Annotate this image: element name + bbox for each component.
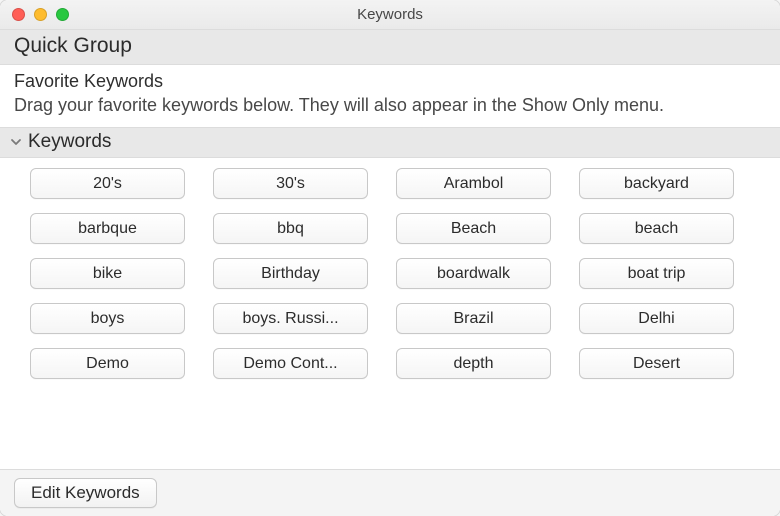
keyword-button[interactable]: Demo (30, 348, 185, 379)
keyword-label: Desert (633, 355, 680, 373)
keywords-section-header[interactable]: Keywords (0, 127, 780, 158)
keyword-label: Brazil (453, 310, 493, 328)
close-button[interactable] (12, 8, 25, 21)
titlebar: Keywords (0, 0, 780, 30)
keyword-button[interactable]: Delhi (579, 303, 734, 334)
keyword-button[interactable]: 30's (213, 168, 368, 199)
chevron-down-icon (10, 136, 22, 148)
keywords-window: Keywords Quick Group Favorite Keywords D… (0, 0, 780, 516)
keyword-button[interactable]: Desert (579, 348, 734, 379)
scroll-fade (0, 457, 780, 469)
keyword-button[interactable]: backyard (579, 168, 734, 199)
quick-group-label: Quick Group (14, 34, 132, 57)
keyword-label: beach (635, 220, 679, 238)
keyword-label: barbque (78, 220, 137, 238)
keyword-label: Arambol (444, 175, 504, 193)
keyword-button[interactable]: boardwalk (396, 258, 551, 289)
keyword-button[interactable]: Beach (396, 213, 551, 244)
keyword-label: boys (91, 310, 125, 328)
favorites-block: Favorite Keywords Drag your favorite key… (0, 65, 780, 127)
keyword-button[interactable]: Brazil (396, 303, 551, 334)
keyword-button[interactable]: beach (579, 213, 734, 244)
favorites-title: Favorite Keywords (14, 71, 766, 92)
keyword-label: 20's (93, 175, 122, 193)
keyword-label: boat trip (628, 265, 686, 283)
keyword-button[interactable]: bike (30, 258, 185, 289)
keyword-label: Demo (86, 355, 129, 373)
keyword-label: Beach (451, 220, 496, 238)
traffic-lights (0, 8, 69, 21)
keyword-label: depth (453, 355, 493, 373)
keyword-label: Birthday (261, 265, 320, 283)
keyword-label: Delhi (638, 310, 674, 328)
keyword-label: boys. Russi... (242, 310, 338, 328)
keyword-button[interactable]: boys. Russi... (213, 303, 368, 334)
keyword-label: bbq (277, 220, 304, 238)
keyword-button[interactable]: Arambol (396, 168, 551, 199)
keyword-label: Demo Cont... (243, 355, 337, 373)
keyword-button[interactable]: depth (396, 348, 551, 379)
quick-group-header: Quick Group (0, 30, 780, 65)
minimize-button[interactable] (34, 8, 47, 21)
keywords-section-label: Keywords (28, 131, 111, 153)
keyword-button[interactable]: 20's (30, 168, 185, 199)
keyword-button[interactable]: barbque (30, 213, 185, 244)
keyword-label: boardwalk (437, 265, 510, 283)
keywords-grid: 20's 30's Arambol backyard barbque bbq Beach be… (30, 168, 760, 379)
zoom-button[interactable] (56, 8, 69, 21)
favorites-description: Drag your favorite keywords below. They … (14, 94, 734, 117)
keyword-label: backyard (624, 175, 689, 193)
keywords-scroll-area[interactable]: 20's 30's Arambol backyard barbque bbq Beach be… (0, 158, 780, 469)
keyword-button[interactable]: bbq (213, 213, 368, 244)
keyword-button[interactable]: boat trip (579, 258, 734, 289)
edit-keywords-button[interactable]: Edit Keywords (14, 478, 157, 508)
keyword-label: bike (93, 265, 122, 283)
window-title: Keywords (357, 6, 423, 23)
keyword-label: 30's (276, 175, 305, 193)
keyword-button[interactable]: Demo Cont... (213, 348, 368, 379)
footer: Edit Keywords (0, 469, 780, 516)
keyword-button[interactable]: boys (30, 303, 185, 334)
keyword-button[interactable]: Birthday (213, 258, 368, 289)
